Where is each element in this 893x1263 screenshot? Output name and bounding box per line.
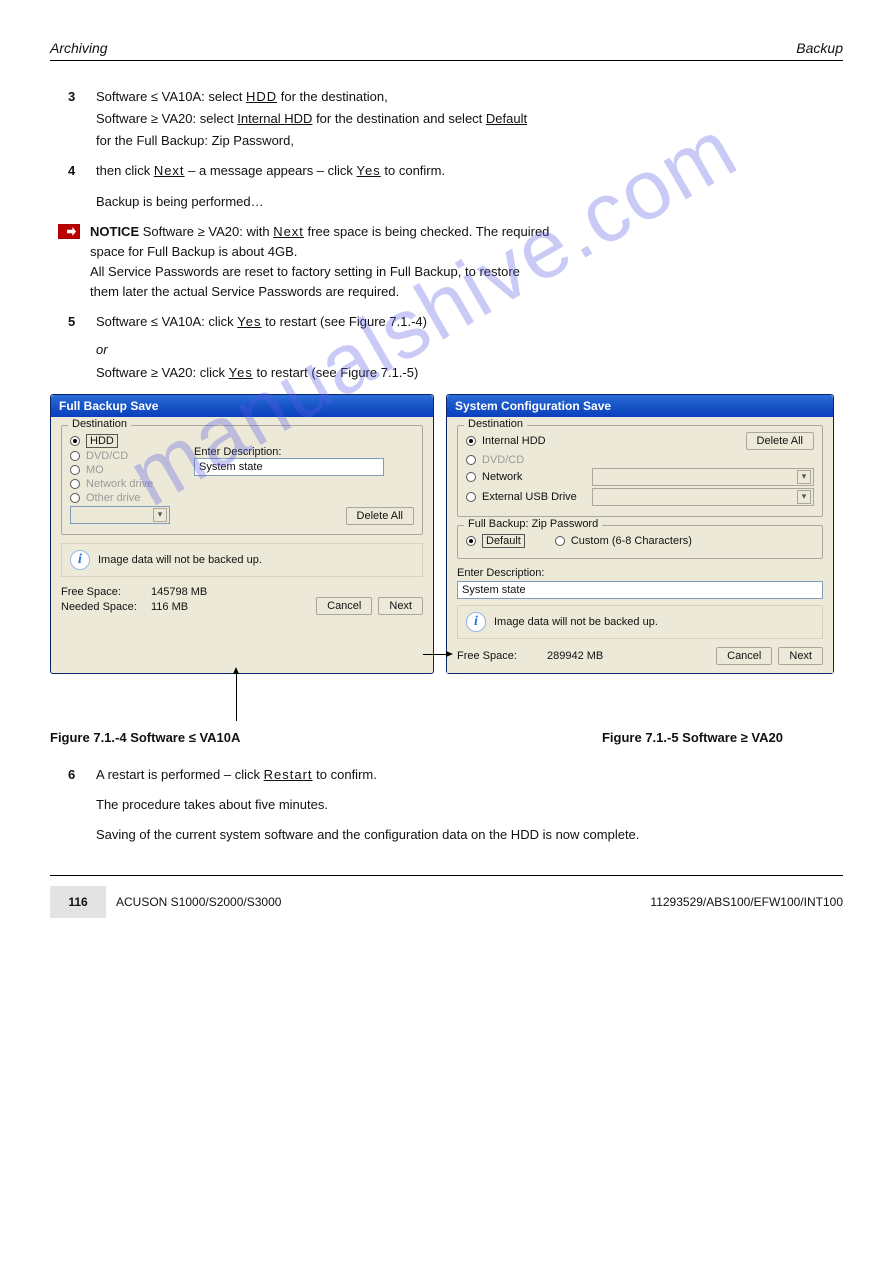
- header-section: Backup: [796, 40, 843, 56]
- radio-usb[interactable]: External USB Drive: [466, 488, 814, 506]
- drive-combo[interactable]: [70, 506, 170, 524]
- ui-label-yes: Yes: [229, 365, 253, 380]
- page-number: 116: [50, 886, 106, 918]
- notice-callout: NOTICE Software ≥ VA20: with Next free s…: [50, 222, 843, 303]
- cancel-button[interactable]: Cancel: [716, 647, 772, 665]
- step-4: 4 then click Next – a message appears – …: [96, 161, 843, 181]
- radio-default[interactable]: Default: [466, 534, 525, 548]
- radio-icon: [466, 436, 476, 446]
- radio-dvdcd: DVD/CD: [70, 450, 180, 462]
- radio-icon: [70, 436, 80, 446]
- figure-captions: Figure 7.1.-4 Software ≤ VA10A Figure 7.…: [50, 730, 843, 745]
- info-icon: i: [70, 550, 90, 570]
- radio-other: Other drive: [70, 492, 180, 504]
- dialog-full-backup-save: Full Backup Save Destination HDD DVD/CD: [50, 394, 434, 674]
- radio-icon: [70, 451, 80, 461]
- delete-all-button[interactable]: Delete All: [746, 432, 814, 450]
- radio-icon: [70, 493, 80, 503]
- info-icon: i: [466, 612, 486, 632]
- ui-label-restart: Restart: [264, 767, 313, 782]
- footer-product: ACUSON S1000/S2000/S3000: [116, 895, 281, 909]
- ui-label-default: Default: [486, 111, 527, 126]
- info-bar: i Image data will not be backed up.: [61, 543, 423, 577]
- radio-icon: [466, 455, 476, 465]
- destination-group: Destination HDD DVD/CD MO: [61, 425, 423, 535]
- ui-label-yes: Yes: [237, 314, 261, 329]
- radio-icon: [466, 536, 476, 546]
- step-number: 4: [68, 161, 75, 181]
- notice-label: NOTICE: [90, 224, 143, 239]
- radio-icon: [466, 492, 476, 502]
- radio-mo: MO: [70, 464, 180, 476]
- radio-icon: [466, 472, 476, 482]
- header-title: Archiving: [50, 40, 108, 56]
- page-footer: 116 ACUSON S1000/S2000/S3000 11293529/AB…: [50, 875, 843, 918]
- step-6: 6 A restart is performed – click Restart…: [96, 765, 843, 785]
- dialog-screenshots: Full Backup Save Destination HDD DVD/CD: [50, 394, 843, 674]
- destination-group: Destination Internal HDD Delete All DVD/…: [457, 425, 823, 517]
- chevron-down-icon: [797, 470, 811, 484]
- arrow-up-icon: [236, 673, 237, 721]
- enter-desc-label: Enter Description:: [194, 446, 414, 458]
- step-4-sub: Backup is being performed…: [96, 192, 843, 212]
- radio-dvdcd: DVD/CD: [466, 454, 814, 466]
- description-input[interactable]: System state: [194, 458, 384, 476]
- step-5: 5 Software ≤ VA10A: click Yes to restart…: [96, 312, 843, 332]
- usb-combo[interactable]: [592, 488, 814, 506]
- figure-caption-right: Figure 7.1.-5 Software ≥ VA20: [602, 730, 783, 745]
- notice-arrow-icon: [58, 224, 80, 239]
- zip-password-group: Full Backup: Zip Password Default Custom…: [457, 525, 823, 559]
- enter-desc-label: Enter Description:: [457, 567, 823, 579]
- ui-label-hdd: HDD: [246, 89, 277, 104]
- ui-label-next: Next: [154, 163, 185, 178]
- dialog-title: System Configuration Save: [447, 395, 833, 417]
- radio-network: Network drive: [70, 478, 180, 490]
- radio-internal-hdd[interactable]: Internal HDD: [466, 435, 546, 447]
- cancel-button[interactable]: Cancel: [316, 597, 372, 615]
- step-3: 3 Software ≤ VA10A: select HDD for the d…: [96, 87, 843, 151]
- dialog-system-config-save: System Configuration Save Destination In…: [446, 394, 834, 674]
- radio-network[interactable]: Network: [466, 468, 814, 486]
- next-button[interactable]: Next: [778, 647, 823, 665]
- paragraph: Saving of the current system software an…: [96, 825, 843, 845]
- arrow-right-icon: [423, 654, 447, 655]
- radio-icon: [555, 536, 565, 546]
- space-info: Free Space:145798 MB Needed Space:116 MB: [61, 585, 207, 616]
- page-header: Archiving Backup: [50, 40, 843, 61]
- description-input[interactable]: System state: [457, 581, 823, 599]
- figure-caption-left: Figure 7.1.-4 Software ≤ VA10A: [50, 730, 240, 745]
- radio-hdd[interactable]: HDD: [70, 434, 180, 448]
- next-button[interactable]: Next: [378, 597, 423, 615]
- chevron-down-icon: [797, 490, 811, 504]
- or-line: or: [96, 342, 843, 357]
- dialog-title: Full Backup Save: [51, 395, 433, 417]
- radio-custom[interactable]: Custom (6-8 Characters): [555, 534, 692, 548]
- step-number: 3: [68, 87, 75, 107]
- info-bar: i Image data will not be backed up.: [457, 605, 823, 639]
- chevron-down-icon: [153, 508, 167, 522]
- delete-all-button[interactable]: Delete All: [346, 507, 414, 525]
- ui-label-next: Next: [273, 224, 304, 239]
- ui-label-internal-hdd: Internal HDD: [237, 111, 312, 126]
- space-info: Free Space:289942 MB: [457, 649, 603, 664]
- step-number: 6: [68, 765, 75, 785]
- ui-label-yes: Yes: [357, 163, 381, 178]
- paragraph: The procedure takes about five minutes.: [96, 795, 843, 815]
- step-number: 5: [68, 312, 75, 332]
- step-5-alt: Software ≥ VA20: click Yes to restart (s…: [96, 363, 843, 383]
- network-combo[interactable]: [592, 468, 814, 486]
- radio-icon: [70, 465, 80, 475]
- radio-icon: [70, 479, 80, 489]
- footer-doc: 11293529/ABS100/EFW100/INT100: [650, 895, 843, 909]
